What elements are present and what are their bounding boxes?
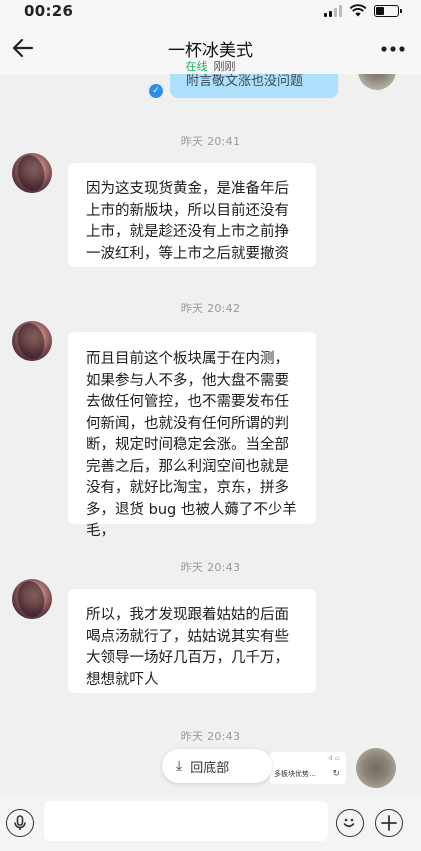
arrow-down-icon: ⤓	[176, 758, 183, 774]
signal-icon	[324, 4, 342, 17]
message-line: 去做任何管控，也不需要发布任	[86, 394, 289, 410]
card-text: 多板块优势…	[274, 770, 316, 778]
message-line: 上市的新版块，所以目前还没有	[86, 202, 289, 219]
message-line: 断，规定时间稳定会涨。当全部	[86, 437, 289, 453]
input-bar	[0, 795, 421, 851]
message-line: 如果参与人不多，他大盘不需要	[86, 372, 289, 389]
status-time: 00:26	[24, 2, 74, 20]
emoji-icon[interactable]	[336, 809, 364, 837]
more-dots-icon[interactable]	[381, 44, 405, 54]
message-line: 因为这支现货黄金，是准备年后	[86, 181, 289, 197]
chat-header: 一杯冰美式 在线 刚刚	[0, 22, 421, 74]
scroll-to-bottom-button[interactable]: ⤓ 回底部	[162, 749, 272, 783]
message-line: 上市，就是趁还没有上市之前挣	[86, 224, 289, 240]
timestamp: 昨天 20:41	[180, 135, 241, 148]
status-icons	[324, 4, 402, 17]
message-line: 想想就吓人	[86, 671, 159, 688]
my-avatar[interactable]	[356, 748, 396, 788]
message-line: 何新闻，也就没有任何所谓的判	[86, 415, 289, 432]
message-line: 大领导一场好几百万，几千万，	[86, 650, 289, 666]
card-status-icons: ⋅ıl ▭	[327, 755, 340, 762]
message-bubble[interactable]: 而且目前这个板块属于在内测， 如果参与人不多，他大盘不需要 去做任何管控，也不需…	[68, 332, 316, 539]
contact-avatar[interactable]	[12, 321, 52, 361]
refresh-icon: ↻	[332, 769, 340, 779]
message-line: 没有，就好比淘宝，京东，拼多	[86, 480, 289, 496]
check-icon: ✓	[149, 84, 163, 98]
message-bubble[interactable]: 因为这支现货黄金，是准备年后 上市的新版块，所以目前还没有 上市，就是趁还没有上…	[68, 163, 316, 267]
wifi-icon	[349, 4, 367, 17]
chat-status: 在线 刚刚	[0, 58, 421, 74]
status-bar: 00:26	[0, 0, 421, 22]
scroll-to-bottom-label: 回底部	[190, 760, 230, 776]
message-line: 而且目前这个板块属于在内测，	[86, 351, 289, 367]
message-input[interactable]	[44, 801, 328, 841]
message-line: 毛，	[86, 523, 115, 539]
contact-avatar[interactable]	[12, 153, 52, 193]
message-line: 多，退货 bug 也被人薅了不少羊	[86, 501, 297, 518]
shared-card-preview[interactable]: ⋅ıl ▭ 多板块优势… ↻	[270, 752, 346, 784]
timestamp: 昨天 20:42	[180, 302, 241, 315]
online-status: 在线	[185, 60, 208, 73]
message-line: 一波红利，等上市之后就要撤资	[86, 245, 289, 262]
battery-icon	[374, 4, 402, 17]
message-line: 完善之后，那么利润空间也就是	[86, 458, 289, 475]
timestamp: 昨天 20:43	[180, 730, 241, 743]
timestamp: 昨天 20:43	[180, 561, 241, 574]
message-bubble[interactable]: 所以，我才发现跟着姑姑的后面 喝点汤就行了，姑姑说其实有些 大领导一场好几百万，…	[68, 589, 316, 693]
plus-icon[interactable]	[375, 809, 403, 837]
last-seen: 刚刚	[213, 60, 236, 73]
message-line: 所以，我才发现跟着姑姑的后面	[86, 607, 289, 623]
microphone-icon[interactable]	[6, 809, 34, 837]
message-line: 喝点汤就行了，姑姑说其实有些	[86, 628, 289, 645]
contact-avatar[interactable]	[12, 579, 52, 619]
